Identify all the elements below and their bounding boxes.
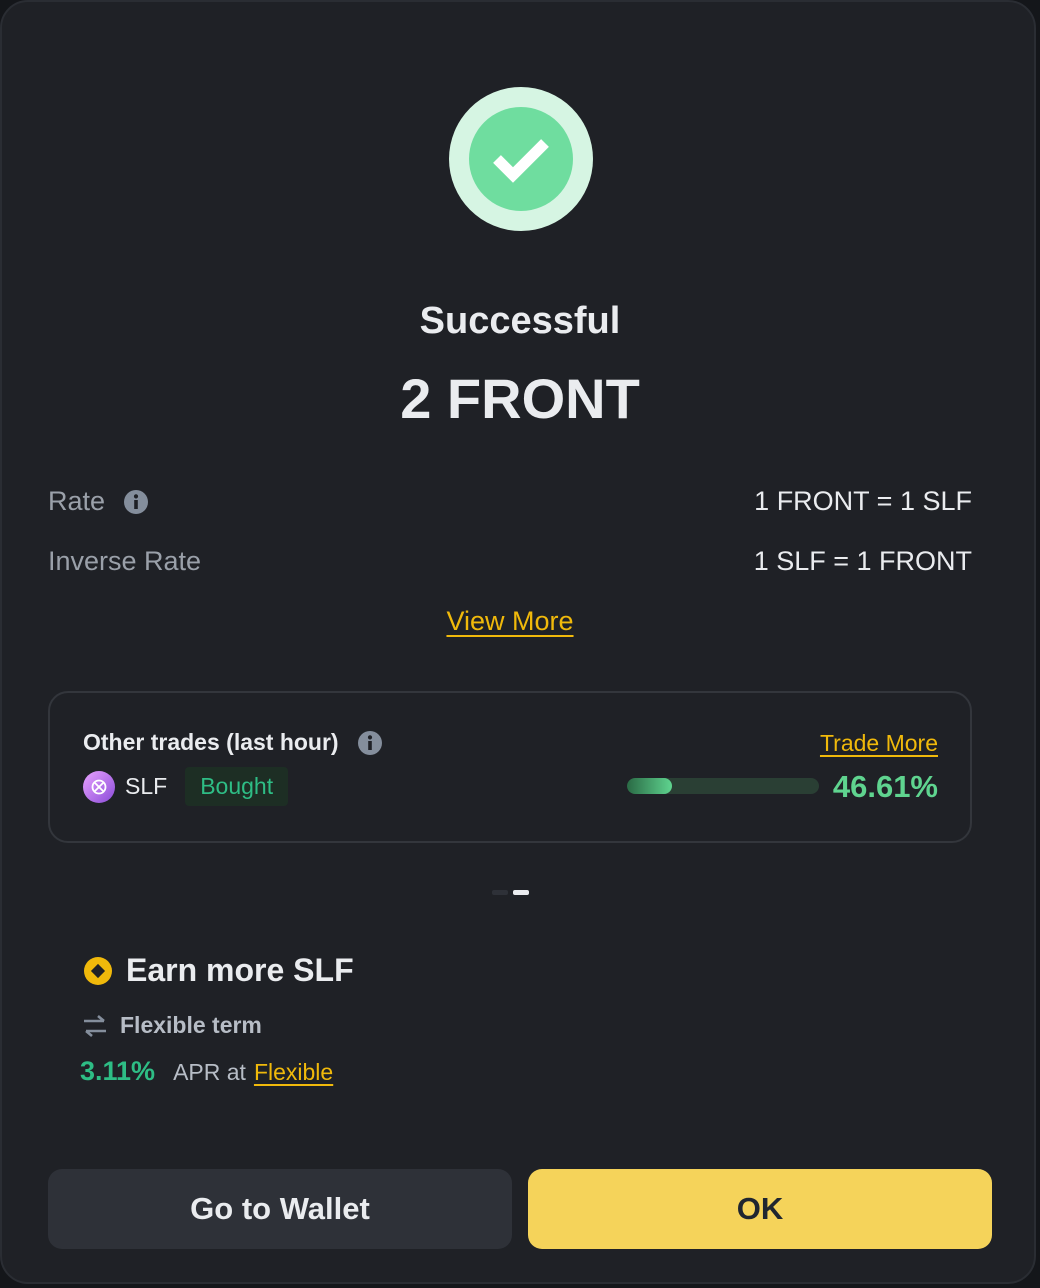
rate-label-group: Rate [48, 486, 149, 517]
bought-badge: Bought [185, 767, 289, 806]
earn-title: Earn more SLF [126, 952, 354, 988]
slf-coin-icon [83, 770, 115, 803]
trade-progress-bar [627, 778, 819, 794]
carousel-indicator [492, 890, 534, 895]
trade-amount: 2 FRONT [400, 367, 640, 430]
carousel-dot[interactable] [492, 890, 508, 895]
rate-label: Rate [48, 486, 106, 516]
rate-value: 1 FRONT = 1 SLF [754, 486, 972, 516]
success-modal: Successful 2 FRONT Rate 1 FRONT = 1 SLF … [0, 0, 1036, 1284]
coin-row: SLF Bought [83, 767, 289, 806]
rate-row: Rate 1 FRONT = 1 SLF [48, 486, 972, 517]
ok-button[interactable]: OK [528, 1169, 992, 1249]
flexible-term-label: Flexible term [120, 1012, 262, 1038]
success-check-icon [449, 87, 593, 231]
go-to-wallet-button[interactable]: Go to Wallet [48, 1169, 512, 1249]
flexible-term-row: Flexible term [82, 1012, 262, 1039]
other-trades-heading: Other trades (last hour) [83, 729, 383, 756]
other-trades-card: Other trades (last hour) Trade More SLF … [48, 691, 972, 843]
inverse-rate-label: Inverse Rate [48, 546, 202, 576]
inverse-rate-value: 1 SLF = 1 FRONT [753, 546, 972, 576]
earn-coin-icon [84, 956, 112, 985]
trade-progress-fill [627, 778, 672, 794]
info-icon[interactable] [123, 489, 149, 515]
apr-row: 3.11% APR at Flexible [80, 1056, 333, 1087]
earn-heading: Earn more SLF [84, 952, 354, 989]
other-trades-title: Other trades (last hour) [83, 729, 339, 755]
view-more-link[interactable]: View More [2, 606, 1018, 637]
swap-arrows-icon [82, 1014, 108, 1037]
inverse-rate-row: Inverse Rate 1 SLF = 1 FRONT [48, 546, 972, 577]
info-icon[interactable] [357, 730, 383, 756]
apr-value: 3.11% [80, 1056, 156, 1086]
trade-more-link[interactable]: Trade More [820, 730, 938, 757]
flexible-link[interactable]: Flexible [254, 1059, 333, 1086]
status-title: Successful [419, 300, 621, 342]
trade-percent: 46.61% [832, 769, 938, 804]
apr-text: APR at [173, 1059, 246, 1085]
carousel-dot[interactable] [513, 890, 529, 895]
coin-symbol: SLF [125, 773, 168, 799]
